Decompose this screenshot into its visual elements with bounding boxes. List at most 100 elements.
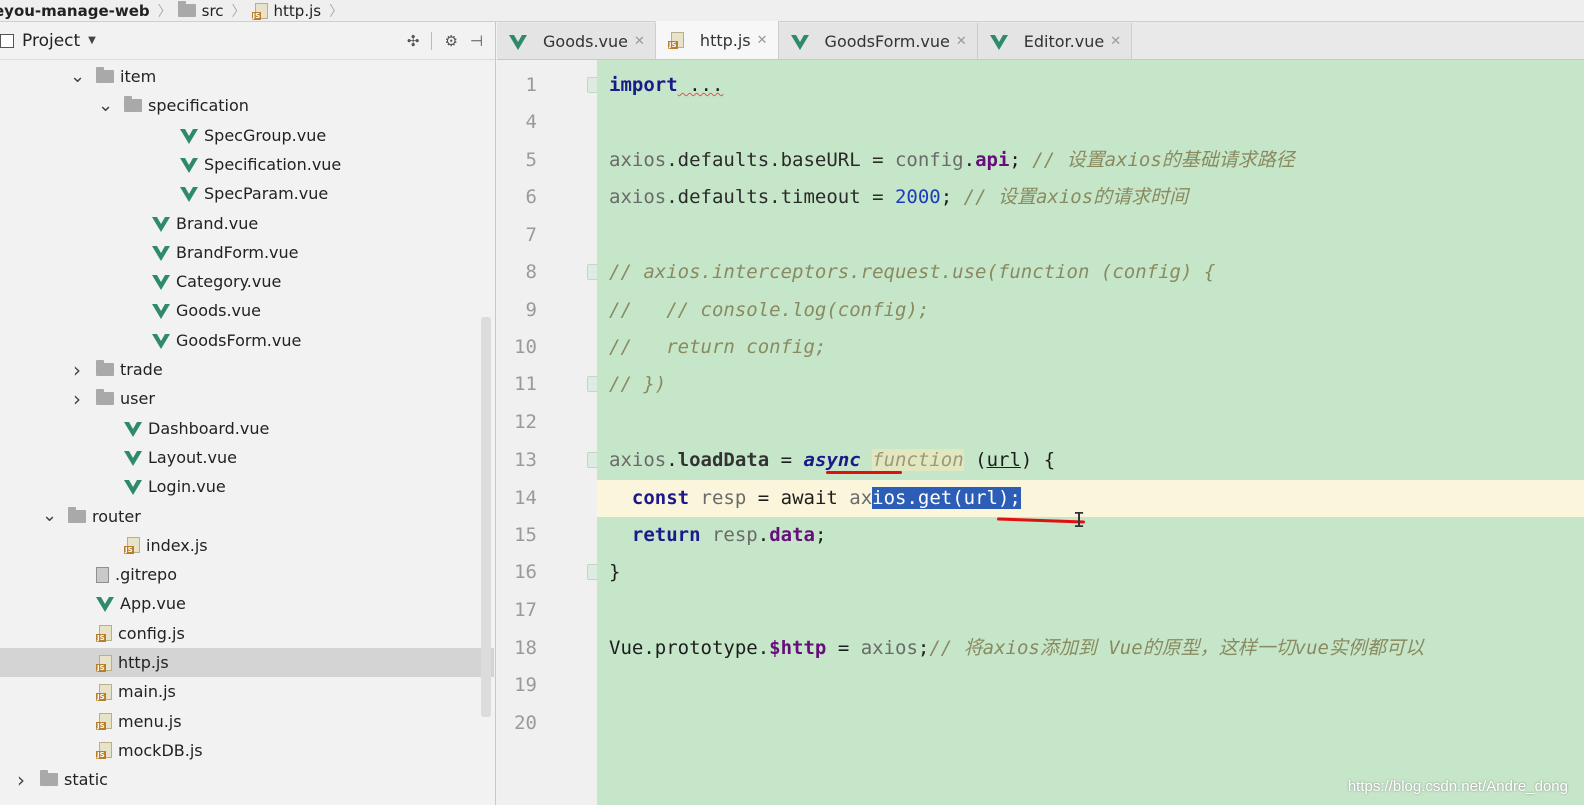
js-file-icon xyxy=(124,536,140,555)
tree-item[interactable]: ⌄ specification xyxy=(0,91,494,120)
tree-item[interactable]: › trade xyxy=(0,355,494,384)
tree-item[interactable]: Goods.vue xyxy=(0,296,494,325)
tree-item[interactable]: Login.vue xyxy=(0,472,494,501)
tree-item-label: GoodsForm.vue xyxy=(176,330,302,350)
tree-item[interactable]: Dashboard.vue xyxy=(0,414,494,443)
tree-item[interactable]: Specification.vue xyxy=(0,150,494,179)
tree-item-label: item xyxy=(120,67,157,86)
tree-item[interactable]: main.js xyxy=(0,677,494,706)
tab-label: Editor.vue xyxy=(1023,31,1105,51)
chevron-down-icon[interactable]: ⌄ xyxy=(42,507,57,525)
close-icon[interactable]: ✕ xyxy=(956,34,967,49)
folder-icon xyxy=(96,67,114,83)
js-file-icon xyxy=(667,31,684,49)
tree-item[interactable]: mockDB.js xyxy=(0,736,494,765)
token: ax xyxy=(849,487,873,509)
tree-item-label: SpecGroup.vue xyxy=(204,125,327,145)
tree-item[interactable]: SpecParam.vue xyxy=(0,179,494,208)
editor-tab[interactable]: Goods.vue ✕ xyxy=(497,23,656,59)
code-line-8: // axios.interceptors.request.use(functi… xyxy=(609,261,1216,283)
breadcrumb-file-label: http.js xyxy=(273,1,322,20)
watermark: https://blog.csdn.net/Andre_dong xyxy=(1347,778,1568,795)
chevron-down-icon[interactable]: ⌄ xyxy=(98,96,113,115)
tree-item[interactable]: Layout.vue xyxy=(0,443,494,472)
tree-item[interactable]: BrandForm.vue xyxy=(0,238,494,267)
tree-item[interactable]: SpecGroup.vue xyxy=(0,121,494,150)
toolbar-divider xyxy=(431,31,433,50)
close-icon[interactable]: ✕ xyxy=(757,33,768,48)
tree-item[interactable]: › user xyxy=(0,384,494,413)
vue-file-icon xyxy=(96,597,114,613)
token: config xyxy=(894,149,964,171)
tree-item[interactable]: › static xyxy=(0,765,494,794)
token: .defaults.timeout = xyxy=(666,186,895,208)
token: ; xyxy=(814,524,827,546)
tree-item[interactable]: App.vue xyxy=(0,589,494,618)
line-number: 1 xyxy=(525,74,537,96)
collapse-all-icon[interactable]: ✣ xyxy=(407,32,420,50)
tree-item[interactable]: menu.js xyxy=(0,707,494,736)
tab-label: Goods.vue xyxy=(543,31,629,51)
tree-item[interactable]: ⌄ router xyxy=(0,502,494,531)
line-number: 10 xyxy=(514,336,537,358)
token: Vue xyxy=(609,637,644,659)
editor-tab[interactable]: Editor.vue ✕ xyxy=(977,23,1133,59)
hide-panel-icon[interactable]: ⊣ xyxy=(470,32,483,50)
js-file-icon xyxy=(96,683,112,701)
tree-item[interactable]: config.js xyxy=(0,619,494,648)
tree-item[interactable]: Brand.vue xyxy=(0,209,494,238)
tree-item[interactable]: http.js xyxy=(0,648,494,677)
dropdown-icon[interactable]: ▼ xyxy=(88,35,96,46)
project-title[interactable]: Project xyxy=(22,31,80,51)
code-area[interactable]: import ... axios.defaults.baseURL = conf… xyxy=(597,60,1584,805)
tree-item[interactable]: .gitrepo xyxy=(0,560,494,589)
close-icon[interactable]: ✕ xyxy=(1110,34,1121,49)
chevron-right-icon[interactable]: › xyxy=(70,360,84,380)
token: return xyxy=(631,524,701,546)
line-number: 15 xyxy=(514,524,537,546)
vue-file-icon xyxy=(509,34,527,50)
token: axios xyxy=(609,149,667,171)
code-line-5: axios.defaults.baseURL = config.api; // … xyxy=(609,142,1295,179)
tree-item-label: menu.js xyxy=(118,711,182,731)
folded-imports[interactable]: ... xyxy=(678,74,723,96)
token: axios xyxy=(860,637,918,659)
token: url xyxy=(986,449,1021,471)
token: 2000 xyxy=(894,186,941,208)
project-toolbar: ✣ ⚙ ⊣ xyxy=(407,31,483,50)
line-number: 11 xyxy=(514,373,537,395)
token: ) { xyxy=(1020,449,1056,471)
editor-tab[interactable]: http.js ✕ xyxy=(655,21,779,59)
tree-item[interactable]: ⌄ item xyxy=(0,62,494,91)
close-icon[interactable]: ✕ xyxy=(634,34,645,49)
tree-item[interactable]: Category.vue xyxy=(0,267,494,296)
token: .prototype. xyxy=(643,637,770,659)
token: api xyxy=(975,149,1010,171)
tree-item[interactable]: GoodsForm.vue xyxy=(0,326,494,355)
comment: // 将axios添加到 Vue的原型，这样一切vue实例都可以 xyxy=(929,637,1424,659)
text-cursor-icon: I xyxy=(1073,508,1086,532)
tree-item-label: .gitrepo xyxy=(115,565,177,585)
chevron-down-icon[interactable]: ⌄ xyxy=(70,67,85,86)
breadcrumb-src[interactable]: src xyxy=(177,1,230,20)
tree-scrollbar[interactable] xyxy=(481,317,491,717)
tree-item-label: BrandForm.vue xyxy=(176,242,299,262)
chevron-right-icon[interactable]: › xyxy=(14,770,28,790)
breadcrumb-file[interactable]: http.js xyxy=(251,1,328,20)
editor-tab[interactable]: GoodsForm.vue ✕ xyxy=(778,23,978,59)
breadcrumb-separator: 〉 xyxy=(157,3,172,20)
breadcrumb: eyou-manage-web 〉 src 〉 http.js 〉 xyxy=(0,0,1584,22)
breadcrumb-project[interactable]: eyou-manage-web xyxy=(0,2,156,20)
tree-item-label: trade xyxy=(120,360,163,379)
selected-text[interactable]: ios.get(url); xyxy=(872,487,1021,509)
editor-tabbar: Goods.vue✕http.js✕GoodsForm.vue✕Editor.v… xyxy=(497,21,1584,60)
settings-icon[interactable]: ⚙ xyxy=(444,32,457,50)
tree-item[interactable]: index.js xyxy=(0,531,494,560)
breadcrumb-src-label: src xyxy=(201,1,224,20)
project-panel: Project ▼ ✣ ⚙ ⊣ ⌄ item ⌄ specification SpecG… xyxy=(0,22,496,805)
chevron-right-icon[interactable]: › xyxy=(70,389,84,409)
line-number: 5 xyxy=(525,149,537,171)
line-number: 13 xyxy=(514,449,537,471)
tree-item-label: SpecParam.vue xyxy=(204,184,329,204)
